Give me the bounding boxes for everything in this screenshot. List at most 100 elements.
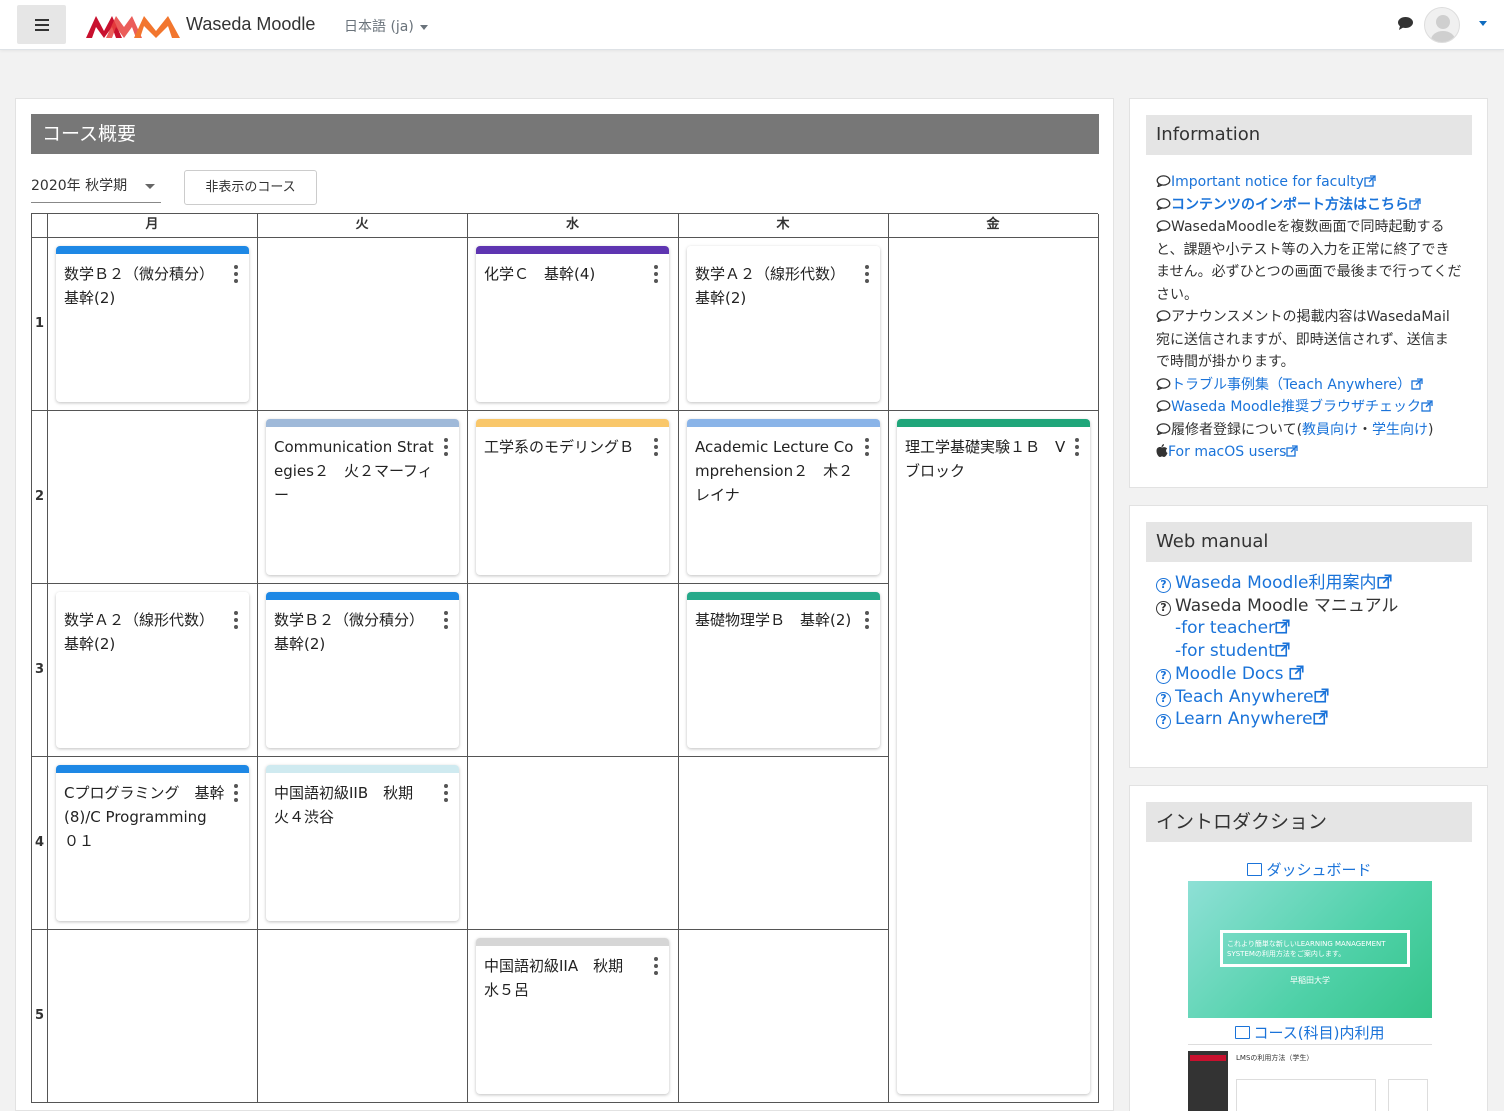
course-title[interactable]: Communication Strategies２ 火２マーフィー [274,435,438,507]
course-card[interactable]: 中国語初級IIB 秋期 火４渋谷 [266,765,459,921]
course-card[interactable]: 工学系のモデリングＢ [476,419,669,575]
chevron-down-icon [145,184,155,189]
comment-icon [1156,377,1171,390]
film-icon [1247,863,1263,876]
course-card[interactable]: Communication Strategies２ 火２マーフィー [266,419,459,575]
learn-anywhere-link[interactable]: Learn Anywhere [1175,709,1313,729]
course-menu-icon[interactable] [865,438,869,456]
course-use-video-thumbnail[interactable]: LMSの利用方法（学生） [1188,1044,1432,1111]
course-menu-icon[interactable] [444,611,448,629]
course-menu-icon[interactable] [234,265,238,283]
manual-for-student-link[interactable]: -for student [1175,641,1275,661]
enrollment-faculty-link[interactable]: 教員向け [1302,422,1358,438]
course-title[interactable]: 中国語初級IIB 秋期 火４渋谷 [274,781,438,829]
course-color-bar [476,419,669,427]
language-selector[interactable]: 日本語 (ja) [344,16,428,36]
question-circle-icon: ? [1156,691,1171,707]
course-card[interactable]: 数学Ｂ２（微分積分） 基幹(2) [266,592,459,748]
site-name[interactable]: Waseda Moodle [186,14,315,35]
external-link-icon [1411,377,1423,390]
course-title[interactable]: 数学Ａ２（線形代数） 基幹(2) [64,608,228,656]
dashboard-video-thumbnail[interactable]: これより簡単な新しいLEARNING MANAGEMENT SYSTEMの利用方… [1188,881,1432,1018]
announcement-note: アナウンスメントの掲載内容はWasedaMail宛に送信されますが、即時送信され… [1156,309,1450,370]
course-title[interactable]: 工学系のモデリングＢ [484,435,648,459]
course-card[interactable]: 理工学基礎実験１Ｂ Vブロック [897,419,1090,1094]
course-menu-icon[interactable] [865,265,869,283]
course-title[interactable]: 数学Ｂ２（微分積分） 基幹(2) [274,608,438,656]
course-title[interactable]: 化学Ｃ 基幹(4) [484,262,648,286]
course-use-video-link[interactable]: コース(科目)内利用 [1130,1022,1489,1043]
macos-users-link[interactable]: For macOS users [1168,444,1286,460]
enrollment-separator: ・ [1358,421,1373,438]
external-link-icon [1364,175,1376,187]
course-title[interactable]: 中国語初級IIA 秋期 水５呂 [484,954,648,1002]
course-title[interactable]: Academic Lecture Comprehension２ 木２レイナ [695,435,859,507]
course-menu-icon[interactable] [654,265,658,283]
external-link-icon [1314,687,1329,703]
course-card[interactable]: 基礎物理学Ｂ 基幹(2) [687,592,880,748]
course-title[interactable]: Cプログラミング 基幹(8)/C Programming ０１ [64,781,228,853]
menu-toggle-button[interactable] [17,5,66,44]
browser-check-link[interactable]: Waseda Moodle推奨ブラウザチェック [1171,399,1421,415]
term-select[interactable]: 2020年 秋学期 [31,173,161,203]
hidden-courses-button[interactable]: 非表示のコース [184,170,317,205]
course-menu-icon[interactable] [234,784,238,802]
trouble-cases-link[interactable]: トラブル事例集（Teach Anywhere） [1171,377,1411,393]
external-link-icon [1275,619,1290,634]
timetable: 月 火 水 木 金 1 2 3 4 5 数学Ｂ２（微分積分） 基幹(2) 化学Ｃ… [31,213,1099,1103]
moodle-docs-link[interactable]: Moodle Docs [1175,664,1284,684]
course-menu-icon[interactable] [1075,438,1079,456]
course-color-bar [56,246,249,254]
course-menu-icon[interactable] [234,611,238,629]
user-avatar[interactable] [1424,7,1460,43]
enrollment-student-link[interactable]: 学生向け [1372,422,1428,438]
course-title[interactable]: 数学Ａ２（線形代数） 基幹(2) [695,262,859,310]
course-menu-icon[interactable] [654,957,658,975]
day-header-mon: 月 [145,217,159,232]
top-navbar: Waseda Moodle 日本語 (ja) [0,0,1504,50]
teach-anywhere-link[interactable]: Teach Anywhere [1175,687,1314,707]
apple-icon [1156,444,1168,457]
course-color-bar [56,765,249,773]
web-manual-block: Web manual ? Waseda Moodle利用案内 ? Waseda Mo… [1129,505,1488,768]
course-menu-icon[interactable] [444,784,448,802]
period-label-5: 5 [34,1008,45,1023]
moodle-guide-link[interactable]: Waseda Moodle利用案内 [1175,573,1377,593]
course-card[interactable]: Academic Lecture Comprehension２ 木２レイナ [687,419,880,575]
external-link-icon [1286,445,1299,457]
enrollment-suffix: ) [1428,421,1434,438]
course-card[interactable]: 数学Ａ２（線形代数） 基幹(2) [56,592,249,748]
question-circle-icon: ? [1156,714,1171,730]
manual-for-teacher-link[interactable]: -for teacher [1175,618,1275,638]
message-icon[interactable] [1397,16,1414,31]
course-overview-block: コース概要 2020年 秋学期 非表示のコース 月 火 水 木 金 1 2 3 … [15,98,1114,1111]
course-menu-icon[interactable] [444,438,448,456]
course-color-bar [476,938,669,946]
day-header-thu: 木 [776,217,790,232]
course-menu-icon[interactable] [654,438,658,456]
dashboard-video-link[interactable]: ダッシュボード [1130,859,1489,880]
period-label-1: 1 [34,316,45,331]
course-color-bar [687,246,880,254]
course-card[interactable]: 中国語初級IIA 秋期 水５呂 [476,938,669,1094]
enrollment-label: 履修者登録について( [1171,421,1303,438]
course-title[interactable]: 数学Ｂ２（微分積分） 基幹(2) [64,262,228,310]
course-color-bar [687,419,880,427]
course-title[interactable]: 基礎物理学Ｂ 基幹(2) [695,608,859,632]
course-menu-icon[interactable] [865,611,869,629]
day-header-tue: 火 [355,217,369,232]
important-notice-link[interactable]: Important notice for faculty [1171,174,1364,190]
day-header-wed: 水 [565,217,579,232]
course-card[interactable]: Cプログラミング 基幹(8)/C Programming ０１ [56,765,249,921]
course-card[interactable]: 数学Ｂ２（微分積分） 基幹(2) [56,246,249,402]
course-card[interactable]: 数学Ａ２（線形代数） 基幹(2) [687,246,880,402]
import-method-link[interactable]: コンテンツのインポート方法はこちら [1171,197,1409,213]
waseda-moodle-logo[interactable] [86,13,180,38]
course-card[interactable]: 化学Ｃ 基幹(4) [476,246,669,402]
introduction-title: イントロダクション [1146,802,1472,842]
course-title[interactable]: 理工学基礎実験１Ｂ Vブロック [905,435,1069,483]
comment-icon [1156,220,1171,232]
user-menu-chevron-icon[interactable] [1479,21,1487,26]
comment-icon [1156,175,1171,187]
thumbnail-subcaption: 早稲田大学 [1290,976,1330,985]
